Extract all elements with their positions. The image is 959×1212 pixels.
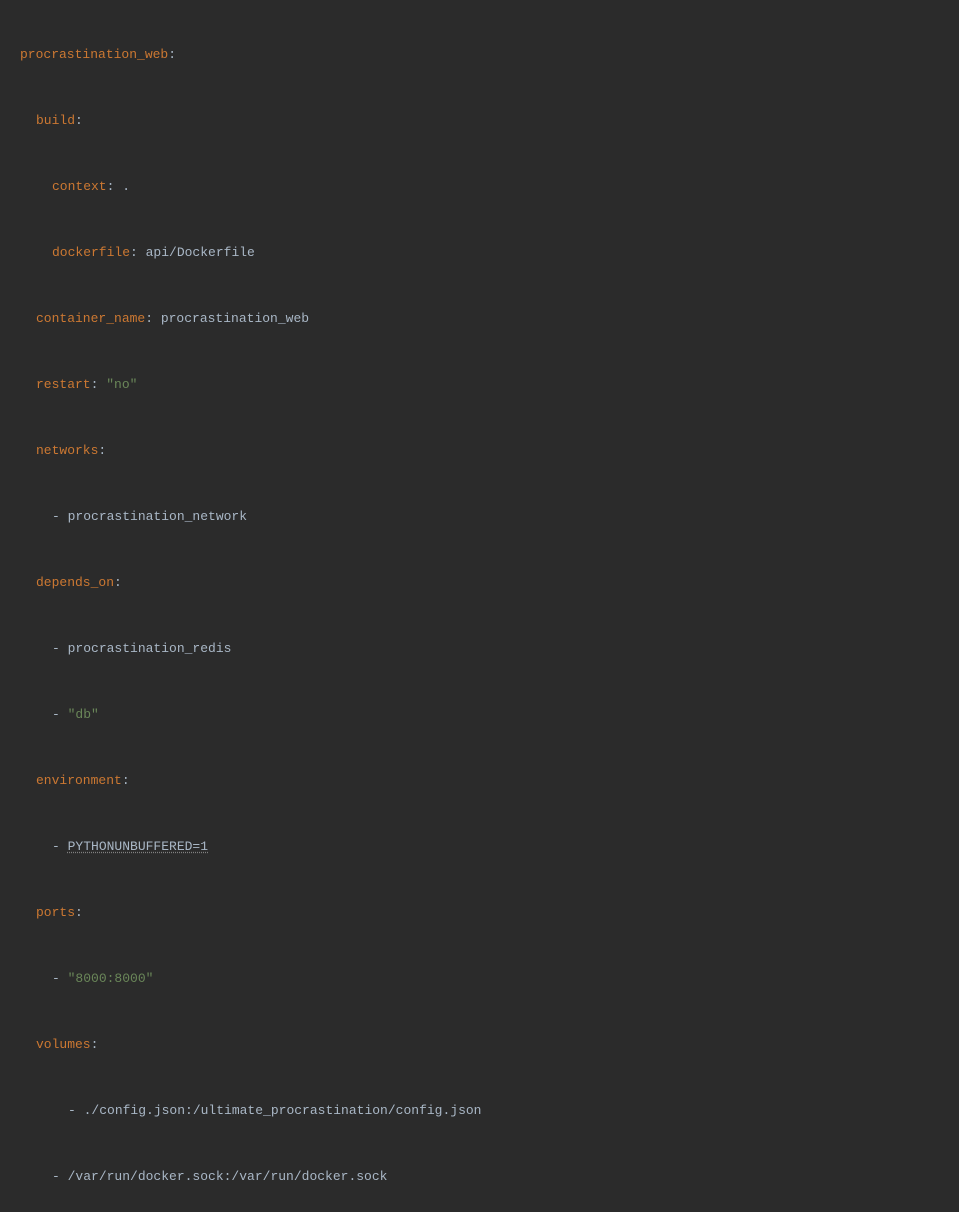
list-item: - "8000:8000" <box>20 968 959 990</box>
network-val: procrastination_network <box>68 509 247 524</box>
volume-val: /var/run/docker.sock:/var/run/docker.soc… <box>68 1169 388 1184</box>
dockerfile-line: dockerfile: api/Dockerfile <box>20 242 959 264</box>
list-item: - PYTHONUNBUFFERED=1 <box>20 836 959 858</box>
container-name-line: container_name: procrastination_web <box>20 308 959 330</box>
networks-line: networks: <box>20 440 959 462</box>
dockerfile-key: dockerfile <box>52 245 130 260</box>
depends-on-line: depends_on: <box>20 572 959 594</box>
build-key: build <box>36 113 75 128</box>
ports-key: ports <box>36 905 75 920</box>
build-line: build: <box>20 110 959 132</box>
context-line: context: . <box>20 176 959 198</box>
volumes-line: volumes: <box>20 1034 959 1056</box>
restart-val: "no" <box>106 377 137 392</box>
context-key: context <box>52 179 107 194</box>
list-item: - "db" <box>20 704 959 726</box>
yaml-editor[interactable]: procrastination_web: build: context: . d… <box>0 0 959 1212</box>
restart-line: restart: "no" <box>20 374 959 396</box>
restart-key: restart <box>36 377 91 392</box>
volumes-key: volumes <box>36 1037 91 1052</box>
environment-line: environment: <box>20 770 959 792</box>
list-item: - procrastination_redis <box>20 638 959 660</box>
container-name-key: container_name <box>36 311 145 326</box>
list-item: - /var/run/docker.sock:/var/run/docker.s… <box>20 1166 959 1188</box>
context-val: . <box>122 179 130 194</box>
networks-key: networks <box>36 443 98 458</box>
dep-val: "db" <box>68 707 99 722</box>
volume-val: ./config.json:/ultimate_procrastination/… <box>84 1103 482 1118</box>
environment-key: environment <box>36 773 122 788</box>
container-name-val: procrastination_web <box>161 311 309 326</box>
ports-line: ports: <box>20 902 959 924</box>
dep-val: procrastination_redis <box>68 641 232 656</box>
dockerfile-val: api/Dockerfile <box>146 245 255 260</box>
env-val: PYTHONUNBUFFERED=1 <box>68 839 208 854</box>
list-item: - procrastination_network <box>20 506 959 528</box>
list-item: - ./config.json:/ultimate_procrastinatio… <box>20 1100 959 1122</box>
port-val: "8000:8000" <box>68 971 154 986</box>
service-key: procrastination_web <box>20 47 168 62</box>
service-line: procrastination_web: <box>20 44 959 66</box>
depends-on-key: depends_on <box>36 575 114 590</box>
